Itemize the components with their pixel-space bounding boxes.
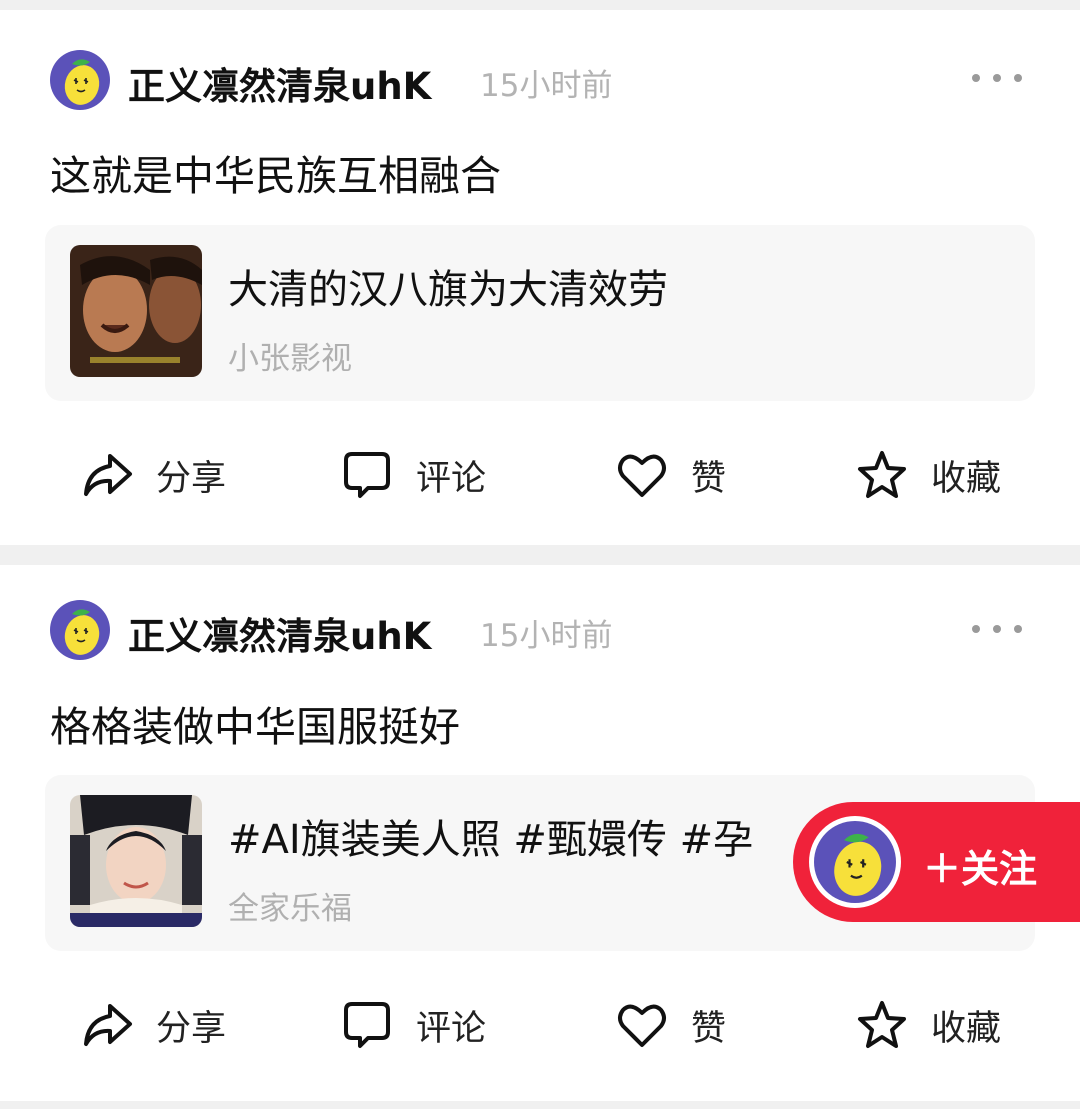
comment-button[interactable]: 评论 (340, 440, 486, 510)
favorite-button[interactable]: 收藏 (855, 990, 1001, 1060)
embed-title: 大清的汉八旗为大清效劳 (228, 267, 668, 313)
embed-title: #AI旗装美人照 #甄嬛传 #孕 (228, 817, 754, 863)
share-label: 分享 (156, 458, 227, 499)
comment-label: 评论 (416, 458, 487, 499)
comment-bubble-icon (344, 452, 390, 498)
share-arrow-icon (84, 454, 132, 496)
embed-source: 小张影视 (228, 341, 352, 377)
heart-icon (618, 454, 666, 497)
username[interactable]: 正义凛然清泉uhK (128, 56, 431, 110)
share-arrow-icon (84, 1004, 132, 1046)
heart-icon (618, 1004, 666, 1047)
lemon-mascot-icon (64, 59, 100, 105)
post-card-1[interactable]: 正义凛然清泉uhK 15小时前 这就是中华民族互相融合 大清的汉八旗为大清效劳 … (0, 10, 1080, 545)
share-label: 分享 (156, 1008, 227, 1049)
action-bar: 分享 评论 赞 收藏 (0, 440, 1080, 510)
action-bar: 分享 评论 赞 收藏 (0, 990, 1080, 1060)
star-icon (858, 1001, 906, 1048)
like-button[interactable]: 赞 (615, 440, 726, 510)
more-dots-icon[interactable] (972, 619, 1022, 639)
user-avatar[interactable] (50, 50, 110, 110)
like-label: 赞 (691, 1008, 727, 1049)
favorite-label: 收藏 (931, 1008, 1002, 1049)
post-time: 15小时前 (480, 618, 613, 654)
favorite-label: 收藏 (931, 458, 1002, 499)
comment-bubble-icon (344, 1002, 390, 1048)
lemon-mascot-icon (834, 833, 882, 896)
post-text[interactable]: 格格装做中华国服挺好 (50, 693, 460, 753)
follow-avatar (809, 816, 901, 908)
more-dots-icon[interactable] (972, 68, 1022, 88)
embed-thumbnail (70, 245, 202, 377)
share-button[interactable]: 分享 (80, 440, 226, 510)
embedded-content-card[interactable]: 大清的汉八旗为大清效劳 小张影视 (45, 225, 1035, 401)
comment-label: 评论 (416, 1008, 487, 1049)
post-text[interactable]: 这就是中华民族互相融合 (50, 142, 501, 202)
favorite-button[interactable]: 收藏 (855, 440, 1001, 510)
follow-label: ＋关注 (923, 847, 1038, 891)
embed-source: 全家乐福 (228, 891, 352, 927)
username[interactable]: 正义凛然清泉uhK (128, 606, 431, 660)
user-avatar[interactable] (50, 600, 110, 660)
comment-button[interactable]: 评论 (340, 990, 486, 1060)
share-button[interactable]: 分享 (80, 990, 226, 1060)
embed-thumbnail (70, 795, 202, 927)
like-label: 赞 (691, 458, 727, 499)
follow-button[interactable]: ＋关注 (793, 802, 1080, 922)
star-icon (858, 451, 906, 498)
post-time: 15小时前 (480, 68, 613, 104)
like-button[interactable]: 赞 (615, 990, 726, 1060)
lemon-mascot-icon (64, 609, 100, 655)
